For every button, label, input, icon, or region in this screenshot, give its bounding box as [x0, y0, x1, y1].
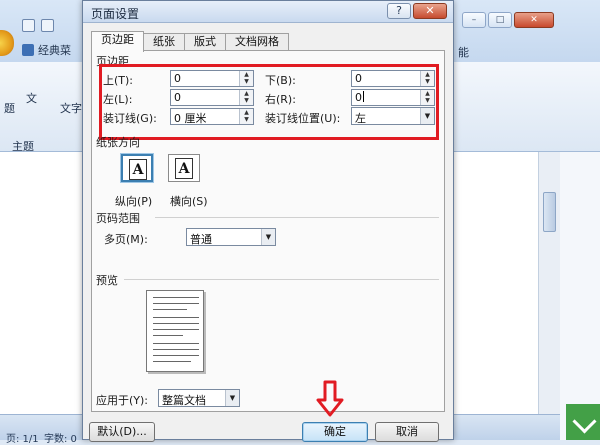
divider [124, 279, 439, 280]
window-controls: – □ ✕ [462, 12, 554, 28]
chevron-down-icon[interactable]: ▼ [225, 390, 239, 406]
status-page: 页: 1/1 [6, 434, 39, 445]
ribbon-tab-right[interactable]: 能 [458, 44, 469, 60]
right-margin-area [560, 152, 600, 440]
divider [155, 217, 439, 218]
multiple-pages-select[interactable]: 普通 ▼ [186, 228, 276, 246]
chevron-down-icon[interactable]: ▼ [261, 229, 275, 245]
cancel-button[interactable]: 取消 [375, 422, 439, 442]
quick-access-toolbar [22, 16, 54, 34]
ribbon-tab-classic[interactable]: 经典菜 [22, 42, 71, 58]
ribbon-right [454, 62, 600, 152]
close-button[interactable]: ✕ [413, 3, 447, 19]
tab-margins[interactable]: 页边距 [91, 31, 144, 52]
apply-to-label: 应用于(Y): [96, 394, 149, 407]
highlight-box [99, 64, 439, 140]
portrait-label: 纵向(P) [115, 195, 153, 208]
landscape-page-icon: A [175, 158, 193, 179]
status-words: 字数: 0 [44, 434, 77, 445]
portrait-page-icon: A [129, 159, 147, 180]
tab-layout[interactable]: 版式 [184, 33, 226, 51]
tab-paper[interactable]: 纸张 [143, 33, 185, 51]
arrow-down-icon [316, 380, 344, 417]
minimize-button[interactable]: – [462, 12, 486, 28]
pages-group-label: 页码范围 [96, 212, 140, 225]
vertical-scrollbar[interactable] [538, 152, 560, 414]
apply-to-select[interactable]: 整篇文档 ▼ [158, 389, 240, 407]
dialog-title-bar[interactable]: 页面设置 ? ✕ [83, 1, 453, 23]
save-icon[interactable] [22, 18, 35, 32]
landscape-button[interactable]: A [168, 154, 200, 182]
scroll-thumb[interactable] [543, 192, 556, 232]
page-preview [146, 290, 204, 372]
dialog-title: 页面设置 [91, 7, 140, 21]
portrait-button[interactable]: A [121, 154, 153, 182]
multiple-pages-label: 多页(M): [104, 233, 148, 246]
document-area-right [454, 152, 538, 414]
classic-menu-icon [22, 44, 34, 56]
maximize-button[interactable]: □ [488, 12, 512, 28]
document-area-left [0, 152, 82, 414]
ok-button[interactable]: 确定 [302, 422, 368, 442]
watermark-logo [566, 404, 600, 440]
ribbon-item-theme[interactable]: 题 [4, 100, 15, 116]
ribbon-item-textbox[interactable]: 文字 [60, 100, 82, 116]
default-button[interactable]: 默认(D)... [89, 422, 155, 442]
window-close-button[interactable]: ✕ [514, 12, 554, 28]
landscape-label: 横向(S) [170, 195, 208, 208]
undo-icon[interactable] [41, 18, 54, 32]
tab-doc-grid[interactable]: 文档网格 [225, 33, 289, 51]
orientation-group-label: 纸张方向 [96, 136, 140, 149]
dialog-tabs: 页边距 纸张 版式 文档网格 [91, 31, 289, 52]
ribbon-left: 题 文 文字 主题 [0, 62, 82, 153]
preview-group-label: 预览 [96, 274, 118, 287]
help-button[interactable]: ? [387, 3, 411, 19]
ribbon-item-text[interactable]: 文 [26, 90, 37, 106]
